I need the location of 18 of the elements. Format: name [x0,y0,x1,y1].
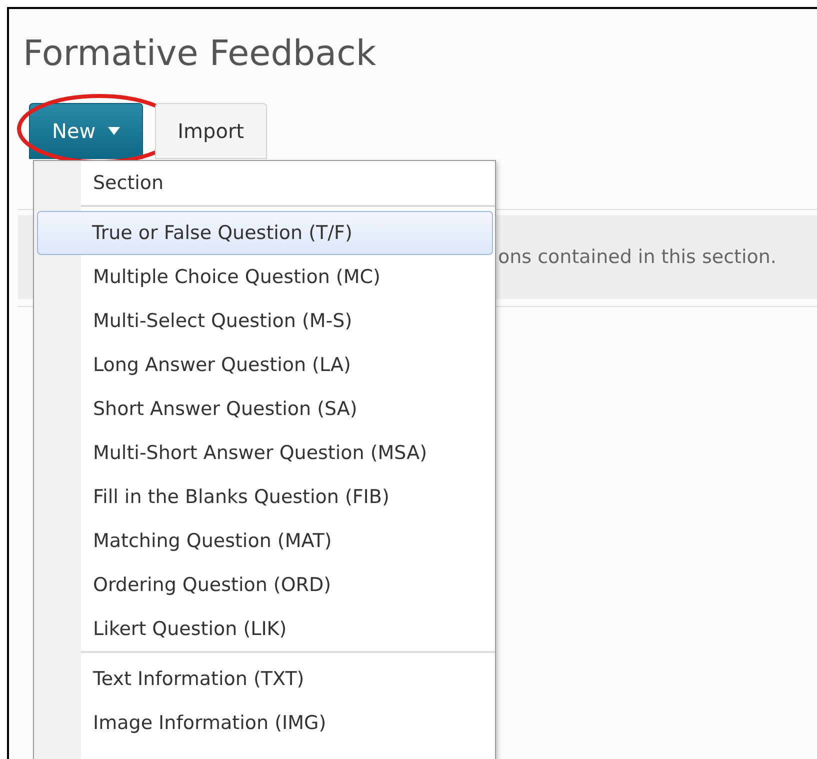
page-title: Formative Feedback [23,37,376,72]
menu-item[interactable]: Multi-Short Answer Question (MSA) [81,431,495,475]
menu-item[interactable]: Text Information (TXT) [81,657,495,701]
menu-item[interactable]: Short Answer Question (SA) [81,387,495,431]
section-notice-text: ons contained in this section. [498,244,776,270]
new-dropdown-button[interactable]: New [29,103,143,159]
menu-item[interactable]: Fill in the Blanks Question (FIB) [81,475,495,519]
import-button[interactable]: Import [154,103,268,159]
menu-item[interactable]: Section [81,161,495,205]
menu-item[interactable]: Multi-Select Question (M-S) [81,299,495,343]
menu-item[interactable]: Matching Question (MAT) [81,519,495,563]
menu-item[interactable]: Ordering Question (ORD) [81,563,495,607]
menu-item[interactable]: True or False Question (T/F) [37,211,493,255]
caret-icon [108,127,120,135]
menu-item[interactable]: Image Information (IMG) [81,701,495,745]
menu-item[interactable]: Likert Question (LIK) [81,607,495,651]
menu-item[interactable]: Multiple Choice Question (MC) [81,255,495,299]
menu-item[interactable]: Long Answer Question (LA) [81,343,495,387]
